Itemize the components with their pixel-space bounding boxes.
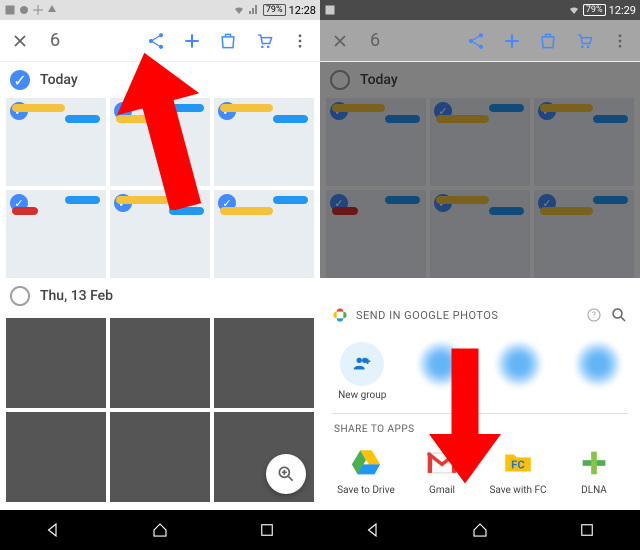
clock: 12:29 [609,4,636,17]
selection-count: 6 [370,30,380,51]
status-bar: 79% 12:28 [0,0,320,20]
google-photos-icon [332,307,348,323]
photo-thumb[interactable]: ✓ [6,98,106,186]
annotation-arrow [420,346,510,486]
photo-thumb: ✓ [534,190,634,278]
photo-thumb[interactable]: ✓ [214,190,314,278]
close-icon[interactable] [10,31,30,51]
app-drive[interactable]: Save to Drive [332,445,400,496]
recent-icon[interactable] [258,521,276,539]
svg-text:FC: FC [511,458,525,472]
photo-thumb[interactable] [6,412,106,502]
contact-blur[interactable] [568,342,629,386]
photo-grid: ✓ ✓ ✓ ✓ ✓ ✓ [320,98,640,278]
photo-thumb: ✓ [430,190,530,278]
section-thu[interactable]: Thu, 13 Feb [0,278,320,314]
more-icon[interactable] [290,31,310,51]
photo-thumb: ✓ [326,98,426,186]
new-group-button[interactable]: New group [332,342,393,401]
battery-level: 79% [263,4,286,16]
cart-icon[interactable] [574,31,594,51]
recent-icon[interactable] [578,521,596,539]
sheet-title: SEND IN GOOGLE PHOTOS [356,309,578,322]
photo-thumb: ✓ [534,98,634,186]
photo-thumb[interactable]: ✓ [6,190,106,278]
trash-icon[interactable] [218,31,238,51]
back-icon[interactable] [364,521,382,539]
nav-bar [320,510,640,550]
photo-thumb[interactable] [6,318,106,408]
photo-thumb[interactable]: ✓ [214,98,314,186]
photo-thumb: ✓ [326,190,426,278]
more-icon[interactable] [610,31,630,51]
signal-icon [248,4,260,16]
svg-text:?: ? [592,311,596,320]
section-today: Today [320,62,640,98]
app-dlna[interactable]: DLNA [560,445,628,496]
toolbar: 6 [320,20,640,62]
photo-thumb[interactable] [214,318,314,408]
battery-level: 79% [583,4,606,16]
add-icon[interactable] [182,31,202,51]
home-icon[interactable] [471,521,489,539]
phone-right: 79% 12:29 6 Today ✓ ✓ ✓ ✓ ✓ ✓ SEND IN GO… [320,0,640,550]
back-icon[interactable] [44,521,62,539]
check-off-icon [330,70,350,90]
share-icon[interactable] [466,31,486,51]
check-icon[interactable]: ✓ [10,70,30,90]
photo-thumb[interactable] [110,318,210,408]
share-icon[interactable] [146,31,166,51]
home-icon[interactable] [151,521,169,539]
clock: 12:28 [289,4,316,17]
selection-count: 6 [50,30,60,51]
share-sheet: SEND IN GOOGLE PHOTOS ? New group SHARE … [320,296,640,510]
trash-icon[interactable] [538,31,558,51]
wifi-icon [568,4,580,16]
wifi-icon [233,4,245,16]
phone-left: 79% 12:28 6 ✓ Today ✓ ✓ ✓ ✓ ✓ ✓ Thu, 13 … [0,0,320,550]
search-icon[interactable] [610,306,628,324]
photo-thumb: ✓ [430,98,530,186]
nav-bar [0,510,320,550]
status-bar: 79% 12:29 [320,0,640,20]
help-icon[interactable]: ? [586,307,602,323]
cart-icon[interactable] [254,31,274,51]
close-icon[interactable] [330,31,350,51]
check-off-icon[interactable] [10,286,30,306]
photo-thumb[interactable] [110,412,210,502]
add-icon[interactable] [502,31,522,51]
annotation-arrow [110,50,220,210]
zoom-fab[interactable] [266,454,306,494]
